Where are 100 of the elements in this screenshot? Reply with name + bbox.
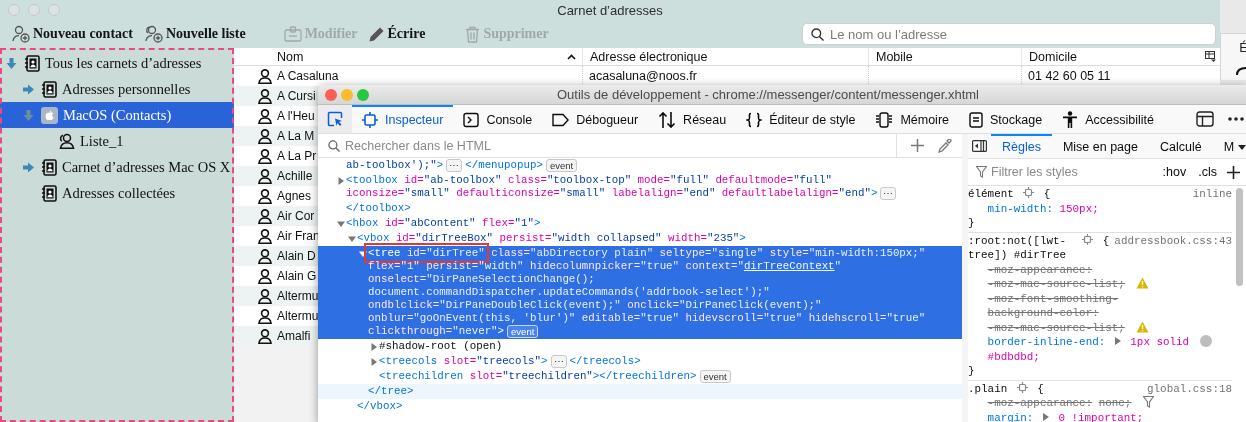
sidebar-item[interactable]: MacOS (Contacts) xyxy=(0,102,234,128)
event-badge[interactable]: event xyxy=(699,370,731,383)
sidebar-item[interactable]: Tous les carnets d’adresses xyxy=(0,50,234,76)
markup-node[interactable]: #shadow-root (open) xyxy=(318,339,962,354)
contact-name: Achille xyxy=(276,169,313,183)
expand-triangle-icon[interactable] xyxy=(1042,412,1049,421)
css-brace: { xyxy=(1102,234,1110,247)
disclosure-arrow-icon[interactable] xyxy=(6,57,17,69)
disclosure-triangle-icon[interactable] xyxy=(359,249,367,258)
filter-styles-field[interactable]: Filtrer les styles xyxy=(991,165,1153,179)
css-brace: { xyxy=(1043,188,1051,200)
crosshair-icon[interactable] xyxy=(1023,187,1035,198)
sidebar-tab[interactable]: Calculé xyxy=(1149,134,1213,158)
column-picker-icon[interactable] xyxy=(1204,51,1216,62)
markup-code: <vbox id="dirTreeBox" persist="width collapsed" width="235"> xyxy=(357,232,746,245)
column-header[interactable]: Adresse électronique xyxy=(582,48,868,65)
markup-code: #shadow-root (open) xyxy=(379,340,503,353)
column-header[interactable]: Nom xyxy=(276,48,582,65)
sidebar-tab[interactable]: Mise en page xyxy=(1051,134,1149,158)
sidebar-tab[interactable]: M xyxy=(1212,134,1246,158)
disclosure-triangle-icon[interactable] xyxy=(370,342,378,351)
devtools-tab[interactable]: Mémoire xyxy=(865,105,959,133)
css-value: -moz-mac-source-list; xyxy=(987,277,1125,292)
event-badge[interactable]: event xyxy=(507,325,539,338)
person-icon xyxy=(258,168,272,184)
event-badge[interactable]: event xyxy=(545,159,578,172)
devtools-tab[interactable]: Accessibilité xyxy=(1052,105,1164,133)
disclosure-triangle-icon[interactable] xyxy=(337,176,345,185)
toolbar-button[interactable]: Nouvelle liste xyxy=(140,21,254,47)
css-selector: élément xyxy=(968,187,1014,202)
markup-node[interactable]: <hbox id="abContent" flex="1"> xyxy=(318,216,962,231)
disclosure-triangle-icon[interactable] xyxy=(348,234,356,243)
stylesheet-source[interactable]: addressbook.css:43 xyxy=(1114,233,1232,248)
disclosure-triangle-icon[interactable] xyxy=(337,219,345,228)
contact-name: Alain G xyxy=(276,269,317,283)
search-field[interactable]: Le nom ou l’adresse xyxy=(802,23,1216,45)
toggle-button[interactable]: :hov xyxy=(1160,165,1189,179)
markup-node[interactable]: ab-toolbox');"> ⋯ </menupopup> event xyxy=(318,158,962,173)
more-icon[interactable] xyxy=(1228,117,1244,121)
contact-name: A La Pr xyxy=(276,149,317,163)
panel-toggle-icon[interactable] xyxy=(972,140,987,152)
markup-code: </menupopup> xyxy=(465,159,543,172)
scrollbar-thumb[interactable] xyxy=(1236,188,1243,286)
devtools-tab[interactable]: Réseau xyxy=(648,105,737,133)
column-header[interactable]: Domicile xyxy=(1021,48,1200,65)
markup-node[interactable]: <toolbox id="ab-toolbox" class="toolbox-top" mode="full" defaultmode="full" iconsize="small" defaulticonsize="small" labelalign="end" defaultlabelalign="end"> ⋯ xyxy=(318,173,962,201)
eyedropper-icon[interactable] xyxy=(938,138,952,153)
arc-icon xyxy=(1236,67,1246,75)
sidebar-item[interactable]: Liste_1 xyxy=(0,128,234,154)
devtools-tab[interactable]: Débogueur xyxy=(542,105,649,133)
sidebar-item[interactable]: Adresses personnelles xyxy=(0,76,234,102)
crosshair-icon[interactable] xyxy=(1082,233,1094,245)
add-person-icon xyxy=(12,25,30,43)
disclosure-triangle-icon[interactable] xyxy=(370,357,378,366)
sidebar-item[interactable]: Adresses collectées xyxy=(0,180,234,206)
stylesheet-source[interactable]: inline xyxy=(1192,187,1232,202)
devtools-tab[interactable]: Éditeur de style xyxy=(736,105,866,133)
markup-node[interactable] xyxy=(318,246,962,339)
stylesheet-source[interactable]: global.css:18 xyxy=(1147,381,1232,396)
sidebar-tab[interactable]: Règles xyxy=(991,134,1052,158)
add-rule-icon[interactable] xyxy=(1227,165,1240,179)
contact-name: A l'Heu xyxy=(276,109,315,123)
css-brace: } xyxy=(968,216,976,231)
devtools-tab[interactable]: Stockage xyxy=(959,105,1053,133)
disclosure-arrow-icon[interactable] xyxy=(23,161,34,173)
person-icon xyxy=(258,188,272,204)
pointer-icon xyxy=(327,111,343,127)
expand-badge[interactable]: ⋯ xyxy=(880,187,897,200)
css-value: #bdbdbd; xyxy=(987,349,1040,364)
filter-icon[interactable] xyxy=(1142,396,1154,408)
color-swatch[interactable] xyxy=(1199,335,1212,347)
markup-node[interactable]: <treecols slot="treecols"> ⋯ </treecols> xyxy=(318,354,962,369)
markup-node[interactable]: <vbox id="dirTreeBox" persist="width collapsed" width="235"> xyxy=(318,231,962,246)
layout-icon[interactable] xyxy=(1196,111,1214,127)
markup-node[interactable]: <treechildren slot="treechildren"></treechildren> event xyxy=(318,369,962,384)
markup-code: flex="1" persist="width" hidecolumnpicker="true" context="dirTreeContext" xyxy=(368,260,842,273)
toggle-button[interactable]: .cls xyxy=(1196,165,1219,179)
devtools-tab[interactable]: Console xyxy=(453,105,543,133)
up-down-arrows-icon xyxy=(658,111,677,129)
markup-code: </treecols> xyxy=(569,355,641,368)
toolbar-button[interactable]: Nouveau contact xyxy=(10,21,141,47)
element-picker-button[interactable] xyxy=(318,105,352,133)
sidebar-item[interactable]: Carnet d’adresses Mac OS X xyxy=(0,154,234,180)
expand-triangle-icon[interactable] xyxy=(1114,337,1121,345)
crosshair-icon[interactable] xyxy=(1016,381,1028,393)
person-icon xyxy=(258,228,272,244)
column-header[interactable]: Mobile xyxy=(868,48,1021,65)
contact-name: A Cursi xyxy=(276,89,316,103)
disclosure-arrow-icon[interactable] xyxy=(23,83,34,95)
html-search-field[interactable]: Rechercher dans le HTML xyxy=(345,138,896,153)
markup-link[interactable]: dirTreeContext xyxy=(743,260,835,272)
expand-badge[interactable]: ⋯ xyxy=(550,355,567,368)
contact-name: Agnes xyxy=(276,189,312,203)
add-icon[interactable] xyxy=(911,139,924,152)
close-button[interactable] xyxy=(325,88,337,101)
toolbar-button[interactable]: Écrire xyxy=(365,21,434,47)
expand-badge[interactable]: ⋯ xyxy=(446,159,463,172)
css-brace: } xyxy=(968,364,976,379)
devtools-tab[interactable]: Inspecteur xyxy=(352,105,454,133)
css-selector: :root:not([lwt-tree]) #dirTree xyxy=(968,233,1068,263)
